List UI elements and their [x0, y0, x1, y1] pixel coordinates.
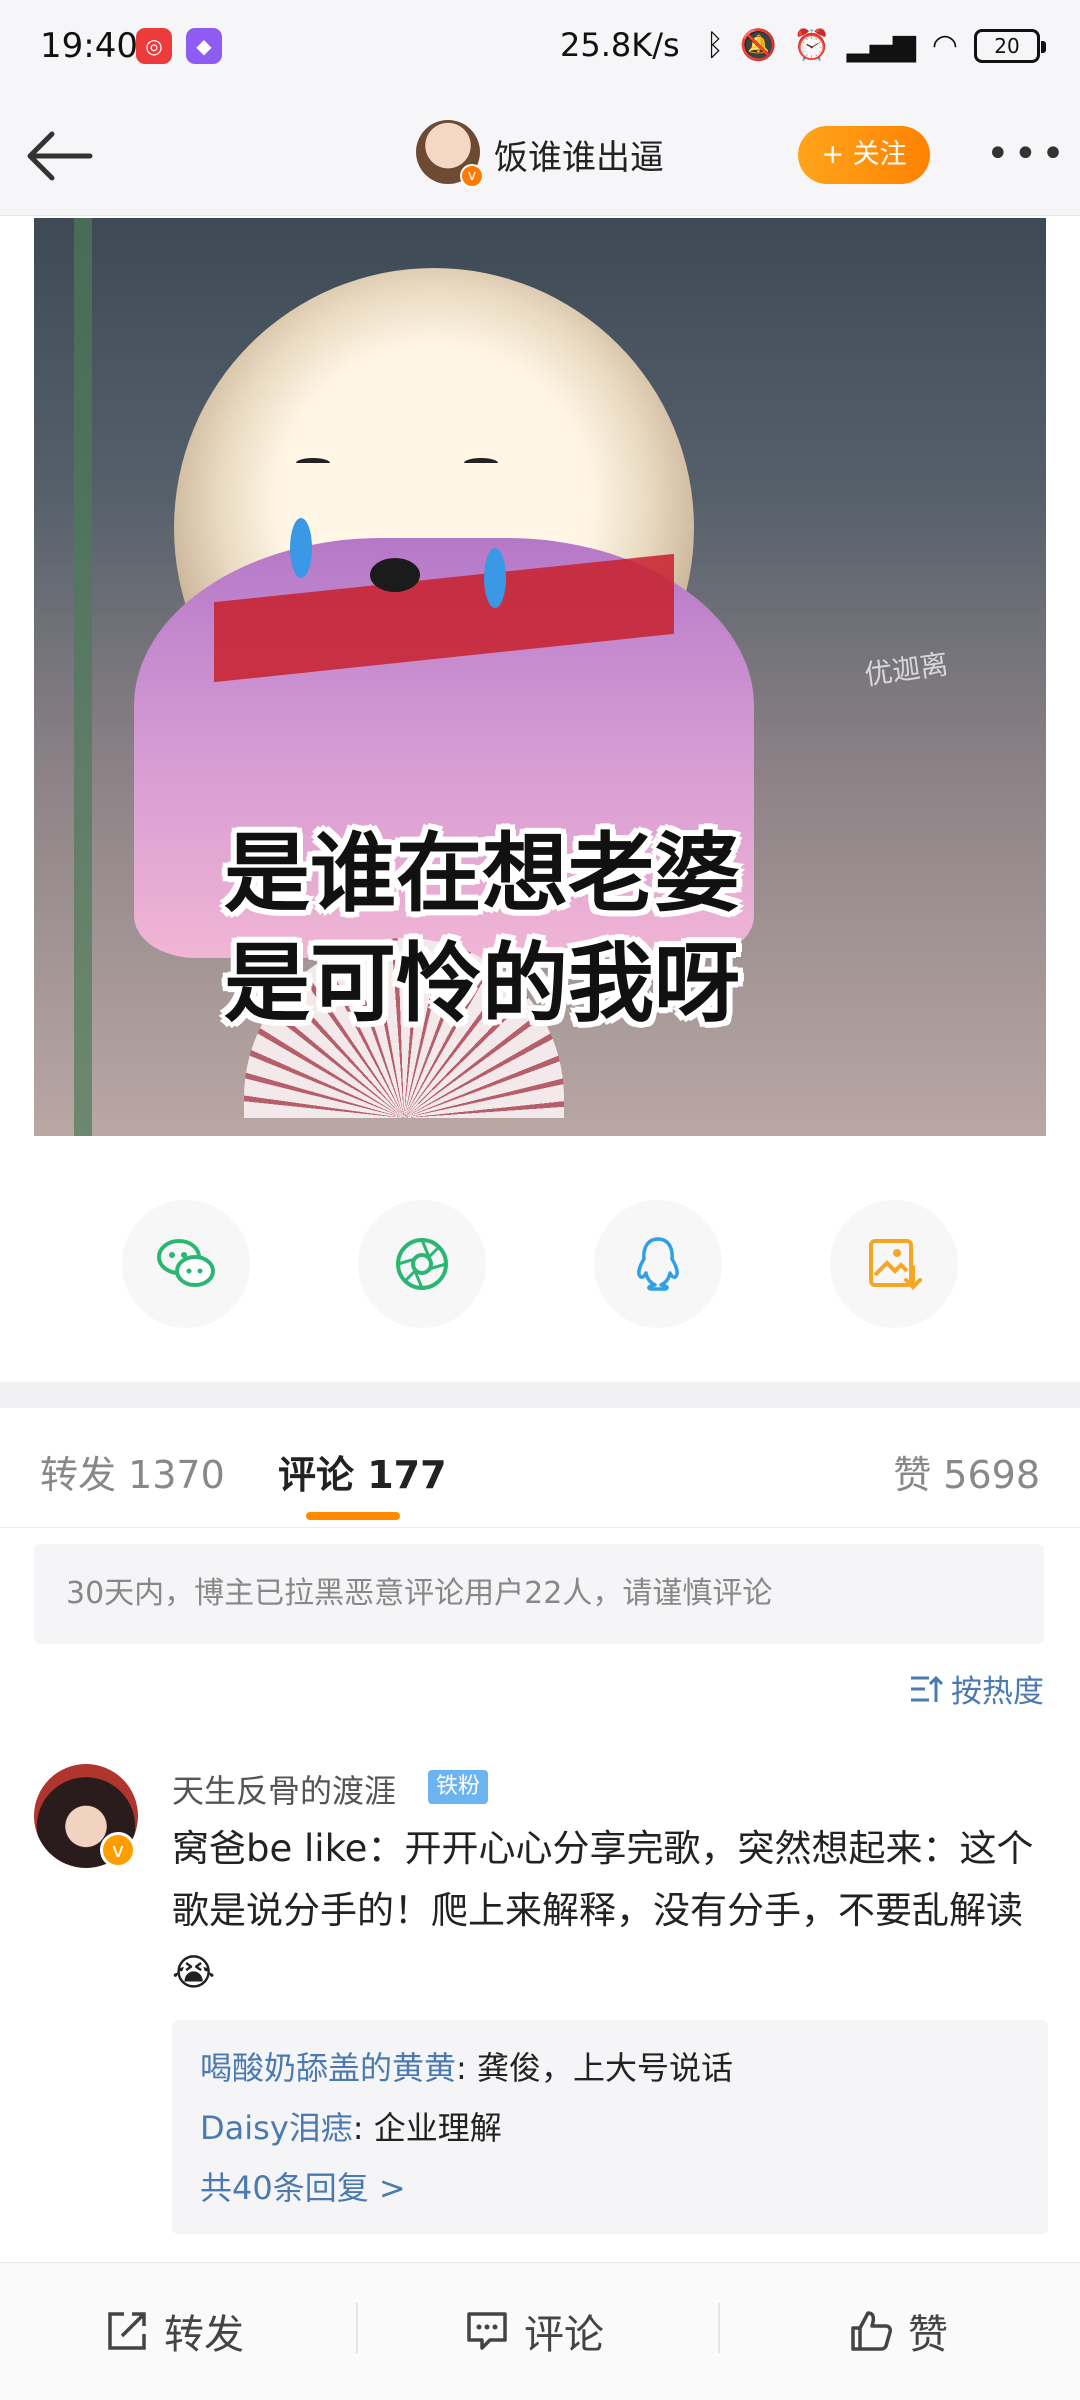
share-moments-button[interactable] — [358, 1200, 486, 1328]
mute-icon: 🔕 — [739, 28, 778, 63]
back-button[interactable] — [24, 124, 96, 188]
comment-label: 评论 — [524, 2312, 604, 2358]
comment-button[interactable]: 评论 — [464, 2293, 604, 2369]
network-speed: 25.8K/s — [560, 26, 680, 64]
wechat-icon — [157, 1239, 215, 1287]
interaction-tabs: 转发 1370 评论 177 赞 5698 — [0, 1408, 1080, 1528]
image-caption-line-2: 是可怜的我呀 — [224, 934, 740, 1034]
active-tab-indicator — [306, 1512, 400, 1520]
tab-reposts[interactable]: 转发 1370 — [40, 1444, 225, 1499]
share-qq-button[interactable] — [594, 1200, 722, 1328]
reply-text: : 企业理解 — [352, 2109, 502, 2147]
like-label: 赞 — [908, 2312, 948, 2358]
commenter-name[interactable]: 天生反骨的渡涯 — [172, 1766, 396, 1812]
image-tear-right — [484, 548, 506, 608]
qq-icon — [637, 1237, 679, 1291]
image-eye-left — [296, 458, 330, 468]
reply-item: Daisy泪痣: 企业理解 — [200, 2098, 1020, 2158]
bluetooth-icon: ᛒ — [705, 28, 724, 63]
share-wechat-button[interactable] — [122, 1200, 250, 1328]
more-options-button[interactable]: ••• — [986, 124, 1065, 184]
sort-icon — [911, 1675, 943, 1702]
bar-separator — [356, 2303, 358, 2353]
battery-indicator: 20 — [974, 29, 1046, 63]
image-caption-line-1: 是谁在想老婆 — [224, 824, 740, 924]
share-row — [0, 1200, 1080, 1340]
thumbs-up-icon — [851, 2311, 892, 2351]
signal-icon: ▂▄▆ — [846, 28, 916, 63]
comment-icon — [467, 2312, 507, 2350]
weibo-notification-icon: ◎ — [136, 28, 172, 64]
image-nose — [370, 558, 420, 592]
repost-label: 转发 — [164, 2312, 244, 2358]
reply-preview[interactable]: 喝酸奶舔盖的黄黄: 龚俊，上大号说话 Daisy泪痣: 企业理解 共40条回复 … — [172, 2020, 1048, 2234]
moments-icon — [396, 1238, 448, 1290]
tab-likes[interactable]: 赞 5698 — [893, 1444, 1040, 1499]
follow-button[interactable]: + 关注 — [798, 126, 930, 184]
back-arrow-icon — [27, 131, 93, 181]
bottom-action-bar: 转发 评论 赞 — [0, 2262, 1080, 2400]
author-name[interactable]: 饭谁谁出逼 — [494, 130, 664, 179]
status-time: 19:40 — [40, 26, 138, 66]
alarm-icon: ⏰ — [793, 28, 831, 63]
fan-badge: 铁粉 — [428, 1770, 489, 1804]
verified-badge-icon: v — [100, 1832, 136, 1868]
reply-item: 喝酸奶舔盖的黄黄: 龚俊，上大号说话 — [200, 2038, 1020, 2098]
status-icons: ᛒ 🔕 ⏰ ▂▄▆ ◠ 20 — [705, 26, 1046, 66]
bar-separator — [718, 2303, 720, 2353]
reply-user[interactable]: 喝酸奶舔盖的黄黄 — [200, 2049, 456, 2087]
verified-badge-icon: v — [460, 164, 484, 188]
tab-comments[interactable]: 评论 177 — [278, 1444, 447, 1499]
image-eye-right — [464, 458, 498, 468]
reply-user[interactable]: Daisy泪痣 — [200, 2109, 353, 2147]
image-glass-edge — [74, 218, 92, 1136]
repost-icon — [108, 2312, 146, 2350]
save-image-button[interactable] — [830, 1200, 958, 1328]
post-image[interactable]: 优迦离 是谁在想老婆 是可怜的我呀 — [34, 218, 1046, 1136]
more-dots-icon: ••• — [986, 131, 1069, 177]
comment-notice: 30天内，博主已拉黑恶意评论用户22人，请谨慎评论 — [34, 1544, 1044, 1644]
wifi-icon: ◠ — [931, 28, 958, 63]
author-avatar[interactable]: v — [416, 120, 484, 188]
post-header: v 饭谁谁出逼 + 关注 ••• — [0, 96, 1080, 216]
reply-text: : 龚俊，上大号说话 — [456, 2049, 733, 2087]
section-divider — [0, 1382, 1080, 1408]
save-image-icon — [869, 1239, 922, 1290]
image-watermark: 优迦离 — [862, 647, 951, 692]
sort-button[interactable]: 按热度 — [909, 1666, 1044, 1711]
sort-label: 按热度 — [951, 1674, 1044, 1710]
like-button[interactable]: 赞 — [848, 2293, 948, 2369]
comment-text[interactable]: 窝爸be like：开开心心分享完歌，突然想起来：这个歌是说分手的！爬上来解释，… — [172, 1818, 1052, 2004]
repost-button[interactable]: 转发 — [104, 2293, 244, 2369]
status-bar: 19:40 ◎ ◆ 25.8K/s ᛒ 🔕 ⏰ ▂▄▆ ◠ 20 — [0, 0, 1080, 96]
app-notification-icon: ◆ — [186, 28, 222, 64]
more-replies-link[interactable]: 共40条回复 > — [200, 2158, 1020, 2218]
image-tear-left — [290, 518, 312, 578]
